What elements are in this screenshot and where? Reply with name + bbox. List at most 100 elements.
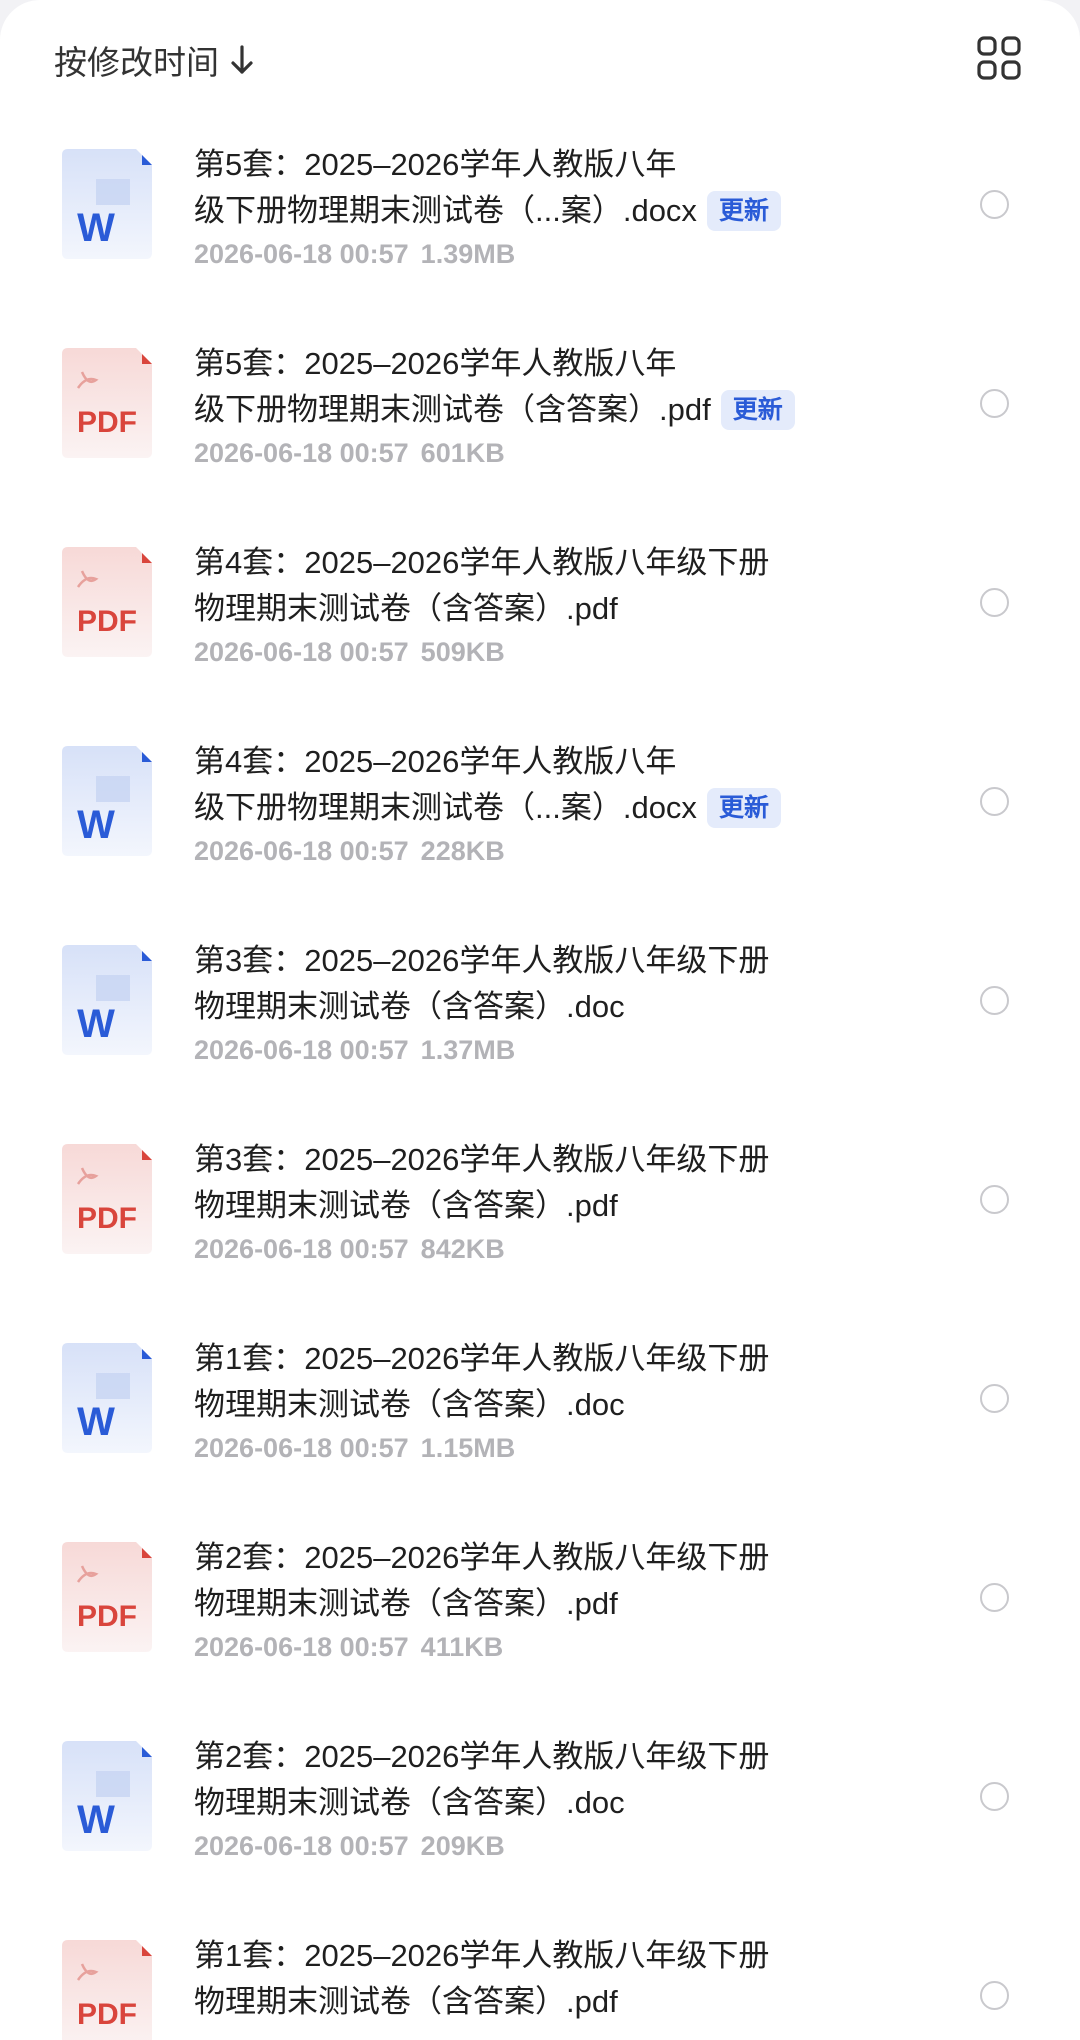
file-title-line1: 第2套：2025–2026学年人教版八年级下册: [194, 1540, 770, 1575]
file-meta: 2026-06-18 00:57 1.39MB: [194, 236, 894, 272]
file-list-item[interactable]: W 第3套：2025–2026学年人教版八年级下册 物理期末测试卷（含答案）.d…: [0, 902, 1080, 1101]
file-title-line2-row: 级下册物理期末测试卷（含答案）.pdf 更新: [194, 387, 894, 433]
file-list-item[interactable]: PDF 第2套：2025–2026学年人教版八年级下册 物理期末测试卷（含答案）…: [0, 1499, 1080, 1698]
file-title-line2-row: 物理期末测试卷（含答案）.pdf: [194, 1581, 894, 1627]
file-title-line1: 第5套：2025–2026学年人教版八年: [194, 147, 677, 182]
file-title-line2: 物理期末测试卷（含答案）.pdf: [194, 1586, 618, 1621]
sort-by-modified-button[interactable]: 按修改时间: [54, 36, 255, 84]
grid-view-icon[interactable]: [976, 35, 1022, 81]
file-date: 2026-06-18 00:57: [194, 1433, 409, 1463]
file-info: 第4套：2025–2026学年人教版八年级下册 物理期末测试卷（含答案）.pdf…: [194, 540, 894, 670]
pdf-file-icon: PDF: [62, 547, 152, 657]
word-label: W: [77, 1002, 115, 1046]
pdf-label: PDF: [77, 1202, 137, 1235]
file-title-line2: 物理期末测试卷（含答案）.pdf: [194, 1188, 618, 1223]
file-meta: 2026-06-18 00:57 1.15MB: [194, 1430, 894, 1466]
file-list-item[interactable]: W 第2套：2025–2026学年人教版八年级下册 物理期末测试卷（含答案）.d…: [0, 1698, 1080, 1897]
word-file-icon: W: [62, 149, 152, 259]
file-info: 第1套：2025–2026学年人教版八年级下册 物理期末测试卷（含答案）.pdf: [194, 1933, 894, 2040]
file-title-line2: 级下册物理期末测试卷（含答案）.pdf: [194, 392, 711, 427]
arrow-down-icon: [231, 45, 253, 74]
file-list-sheet: 按修改时间 W 第5套：2025–2026学年人教版八年 级下册物理期末测试卷（…: [0, 0, 1080, 2040]
select-radio[interactable]: [980, 588, 1009, 617]
file-size: 509KB: [420, 637, 505, 667]
pdf-label: PDF: [77, 605, 137, 638]
select-radio[interactable]: [980, 1782, 1009, 1811]
file-size: 1.37MB: [420, 1035, 516, 1065]
file-list: W 第5套：2025–2026学年人教版八年 级下册物理期末测试卷（...案）.…: [0, 106, 1080, 2040]
file-size: 228KB: [420, 836, 505, 866]
file-info: 第3套：2025–2026学年人教版八年级下册 物理期末测试卷（含答案）.pdf…: [194, 1137, 894, 1267]
toolbar: 按修改时间: [0, 0, 1080, 118]
file-title-line2-row: 级下册物理期末测试卷（...案）.docx 更新: [194, 188, 894, 234]
select-radio[interactable]: [980, 190, 1009, 219]
file-title-line2: 物理期末测试卷（含答案）.doc: [194, 1785, 625, 1820]
update-badge: 更新: [706, 191, 781, 231]
pdf-label: PDF: [77, 1600, 137, 1633]
word-label: W: [77, 1400, 115, 1444]
file-title-line2: 物理期末测试卷（含答案）.pdf: [194, 591, 618, 626]
file-list-item[interactable]: W 第1套：2025–2026学年人教版八年级下册 物理期末测试卷（含答案）.d…: [0, 1300, 1080, 1499]
file-list-item[interactable]: W 第4套：2025–2026学年人教版八年 级下册物理期末测试卷（...案）.…: [0, 703, 1080, 902]
select-radio[interactable]: [980, 1583, 1009, 1612]
word-label: W: [77, 803, 115, 847]
select-radio[interactable]: [980, 1185, 1009, 1214]
word-label: W: [77, 206, 115, 250]
file-title-line2: 级下册物理期末测试卷（...案）.docx: [194, 193, 697, 228]
pdf-file-icon: PDF: [62, 1144, 152, 1254]
file-info: 第3套：2025–2026学年人教版八年级下册 物理期末测试卷（含答案）.doc…: [194, 938, 894, 1068]
file-title-line2: 物理期末测试卷（含答案）.doc: [194, 989, 625, 1024]
file-title-line1: 第3套：2025–2026学年人教版八年级下册: [194, 1142, 770, 1177]
select-radio[interactable]: [980, 787, 1009, 816]
select-radio[interactable]: [980, 389, 1009, 418]
file-date: 2026-06-18 00:57: [194, 1234, 409, 1264]
pdf-file-icon: PDF: [62, 348, 152, 458]
word-file-icon: W: [62, 1741, 152, 1851]
word-file-icon: W: [62, 1343, 152, 1453]
file-list-item[interactable]: PDF 第4套：2025–2026学年人教版八年级下册 物理期末测试卷（含答案）…: [0, 504, 1080, 703]
file-info: 第4套：2025–2026学年人教版八年 级下册物理期末测试卷（...案）.do…: [194, 739, 894, 869]
file-title-line2: 级下册物理期末测试卷（...案）.docx: [194, 790, 697, 825]
update-badge: 更新: [706, 788, 781, 828]
file-info: 第2套：2025–2026学年人教版八年级下册 物理期末测试卷（含答案）.pdf…: [194, 1535, 894, 1665]
update-badge: 更新: [720, 390, 795, 430]
file-title-line1: 第4套：2025–2026学年人教版八年级下册: [194, 545, 770, 580]
file-date: 2026-06-18 00:57: [194, 1035, 409, 1065]
file-title-line2: 物理期末测试卷（含答案）.doc: [194, 1387, 625, 1422]
file-title-line1: 第5套：2025–2026学年人教版八年: [194, 346, 677, 381]
file-date: 2026-06-18 00:57: [194, 637, 409, 667]
file-title-line2-row: 物理期末测试卷（含答案）.pdf: [194, 1183, 894, 1229]
file-list-item[interactable]: PDF 第5套：2025–2026学年人教版八年 级下册物理期末测试卷（含答案）…: [0, 305, 1080, 504]
file-meta: 2026-06-18 00:57 842KB: [194, 1231, 894, 1267]
file-title-line2-row: 物理期末测试卷（含答案）.pdf: [194, 1979, 894, 2025]
file-date: 2026-06-18 00:57: [194, 438, 409, 468]
file-title-line2-row: 物理期末测试卷（含答案）.pdf: [194, 586, 894, 632]
file-title-line2-row: 级下册物理期末测试卷（...案）.docx 更新: [194, 785, 894, 831]
select-radio[interactable]: [980, 1384, 1009, 1413]
file-date: 2026-06-18 00:57: [194, 239, 409, 269]
file-meta: 2026-06-18 00:57 209KB: [194, 1828, 894, 1864]
file-title-line1: 第1套：2025–2026学年人教版八年级下册: [194, 1938, 770, 1973]
file-info: 第1套：2025–2026学年人教版八年级下册 物理期末测试卷（含答案）.doc…: [194, 1336, 894, 1466]
file-meta: 2026-06-18 00:57 601KB: [194, 435, 894, 471]
word-label: W: [77, 1798, 115, 1842]
file-title-line2-row: 物理期末测试卷（含答案）.doc: [194, 1382, 894, 1428]
file-date: 2026-06-18 00:57: [194, 1831, 409, 1861]
file-size: 209KB: [420, 1831, 505, 1861]
file-list-item[interactable]: PDF 第3套：2025–2026学年人教版八年级下册 物理期末测试卷（含答案）…: [0, 1101, 1080, 1300]
select-radio[interactable]: [980, 1981, 1009, 2010]
file-meta: 2026-06-18 00:57 411KB: [194, 1629, 894, 1665]
file-title-line2: 物理期末测试卷（含答案）.pdf: [194, 1984, 618, 2019]
file-size: 411KB: [420, 1632, 504, 1662]
pdf-label: PDF: [77, 1998, 137, 2031]
pdf-file-icon: PDF: [62, 1940, 152, 2040]
file-meta: 2026-06-18 00:57 1.37MB: [194, 1032, 894, 1068]
file-size: 601KB: [420, 438, 505, 468]
file-title-line1: 第2套：2025–2026学年人教版八年级下册: [194, 1739, 770, 1774]
file-title-line2-row: 物理期末测试卷（含答案）.doc: [194, 984, 894, 1030]
file-meta: [194, 2027, 894, 2040]
file-info: 第2套：2025–2026学年人教版八年级下册 物理期末测试卷（含答案）.doc…: [194, 1734, 894, 1864]
file-list-item[interactable]: W 第5套：2025–2026学年人教版八年 级下册物理期末测试卷（...案）.…: [0, 106, 1080, 305]
select-radio[interactable]: [980, 986, 1009, 1015]
file-meta: 2026-06-18 00:57 509KB: [194, 634, 894, 670]
